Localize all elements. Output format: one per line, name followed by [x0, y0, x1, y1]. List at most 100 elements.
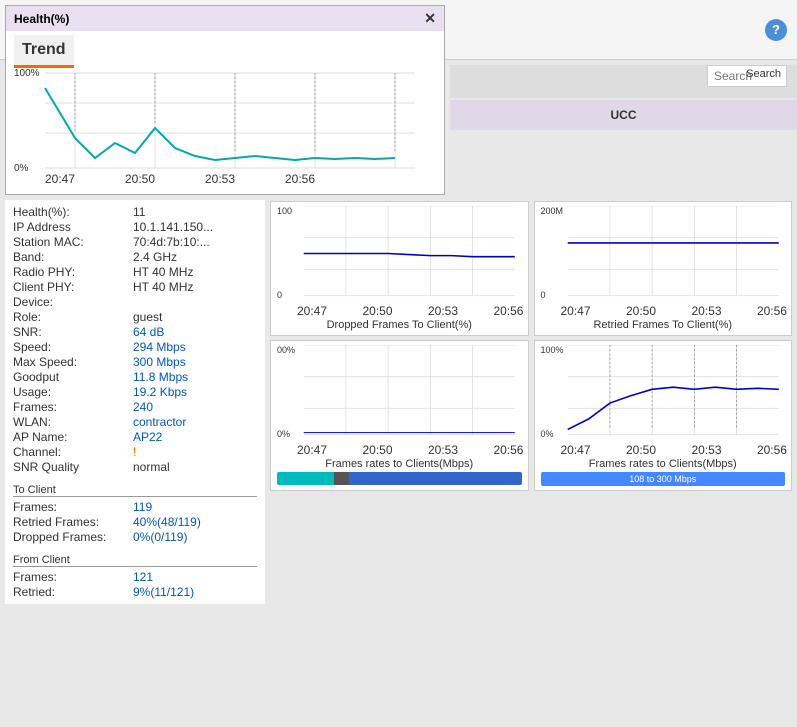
- trend-label: Trend: [14, 35, 74, 68]
- ucc-label: UCC: [611, 108, 637, 122]
- wlan-key: WLAN:: [13, 415, 133, 429]
- x-label-4: 20:56: [493, 304, 523, 318]
- info-row-frames: Frames: 240: [13, 400, 257, 414]
- from-client-retried-row: Retried: 9%(11/121): [13, 585, 257, 599]
- mac-val: 70:4d:7b:10:...: [133, 235, 210, 249]
- x-label-3fr: 20:53: [691, 443, 721, 457]
- info-row-apname: AP Name: AP22: [13, 430, 257, 444]
- x-label-4r: 20:56: [757, 304, 787, 318]
- close-button[interactable]: ✕: [424, 10, 436, 27]
- device-key: Device:: [13, 295, 133, 309]
- x-label-4fl: 20:56: [493, 443, 523, 457]
- framerate-right-y-top: 100%: [541, 345, 564, 355]
- health-title: Health(%): [14, 12, 69, 26]
- clientphy-val: HT 40 MHz: [133, 280, 193, 294]
- framerate-left-chart: 00% 0% 20:47 20:50 20:53: [270, 340, 529, 491]
- charts-row-2: 00% 0% 20:47 20:50 20:53: [270, 340, 792, 491]
- from-client-retried-val: 9%(11/121): [133, 585, 194, 599]
- x-label-2r: 20:50: [626, 304, 656, 318]
- legend-blue: [349, 472, 521, 485]
- role-key: Role:: [13, 310, 133, 324]
- info-row-speed: Speed: 294 Mbps: [13, 340, 257, 354]
- x-label-1fl: 20:47: [297, 443, 327, 457]
- retried-chart-title: Retried Frames To Client(%): [539, 319, 788, 331]
- to-client-dropped-key: Dropped Frames:: [13, 530, 133, 544]
- dropped-svg: [295, 206, 524, 301]
- svg-text:20:53: 20:53: [205, 172, 235, 186]
- goodput-val: 11.8 Mbps: [133, 370, 188, 384]
- to-client-retried-key: Retried Frames:: [13, 515, 133, 529]
- legend-bar-right: 108 to 300 Mbps: [541, 472, 786, 486]
- info-row-radiophy: Radio PHY: HT 40 MHz: [13, 265, 257, 279]
- framerate-left-x-labels: 20:47 20:50 20:53 20:56: [297, 443, 524, 457]
- role-val: guest: [133, 310, 162, 324]
- search-label: Search: [746, 68, 781, 80]
- health-chart-container: 100% 0% 20:47 20:50 20:53 2: [14, 68, 436, 188]
- x-label-2: 20:50: [362, 304, 392, 318]
- from-client-frames-val: 121: [133, 570, 153, 584]
- x-label-1fr: 20:47: [561, 443, 591, 457]
- legend-right-label: 108 to 300 Mbps: [629, 474, 696, 484]
- dropped-y-bottom: 0: [277, 290, 282, 300]
- radiophy-val: HT 40 MHz: [133, 265, 193, 279]
- speed-key: Speed:: [13, 340, 133, 354]
- snr-val: 64 dB: [133, 325, 164, 339]
- from-client-frames-key: Frames:: [13, 570, 133, 584]
- to-client-frames-row: Frames: 119: [13, 500, 257, 514]
- to-client-title: To Client: [13, 484, 257, 497]
- frames-key: Frames:: [13, 400, 133, 414]
- x-label-3r: 20:53: [691, 304, 721, 318]
- svg-text:20:56: 20:56: [285, 172, 315, 186]
- apname-val: AP22: [133, 430, 162, 444]
- retried-y-bottom: 0: [541, 290, 546, 300]
- info-panel: Health(%): 11 IP Address 10.1.141.150...…: [5, 200, 265, 604]
- svg-text:20:47: 20:47: [45, 172, 75, 186]
- info-row-band: Band: 2.4 GHz: [13, 250, 257, 264]
- search-area: Search: [707, 65, 787, 87]
- framerate-left-title: Frames rates to Clients(Mbps): [275, 458, 524, 470]
- framerate-right-chart: 100% 0%: [534, 340, 793, 491]
- to-client-frames-val: 119: [133, 500, 152, 514]
- from-client-retried-key: Retried:: [13, 585, 133, 599]
- usage-key: Usage:: [13, 385, 133, 399]
- x-label-2fr: 20:50: [626, 443, 656, 457]
- info-row-snrquality: SNR Quality normal: [13, 460, 257, 474]
- from-client-frames-row: Frames: 121: [13, 570, 257, 584]
- x-label-2fl: 20:50: [362, 443, 392, 457]
- help-area: ?: [765, 19, 787, 41]
- dropped-frames-chart: 100 0 20:47 20:50 20:53: [270, 201, 529, 336]
- snrquality-val: normal: [133, 460, 170, 474]
- frames-val: 240: [133, 400, 153, 414]
- ip-key: IP Address: [13, 220, 133, 234]
- dropped-y-top: 100: [277, 206, 292, 216]
- svg-text:20:50: 20:50: [125, 172, 155, 186]
- framerate-right-x-labels: 20:47 20:50 20:53 20:56: [561, 443, 788, 457]
- channel-val: !: [133, 445, 136, 459]
- x-label-3fl: 20:53: [428, 443, 458, 457]
- ip-val: 10.1.141.150...: [133, 220, 213, 234]
- to-client-retried-val: 40%(48/119): [133, 515, 201, 529]
- help-button[interactable]: ?: [765, 19, 787, 41]
- to-client-retried-row: Retried Frames: 40%(48/119): [13, 515, 257, 529]
- legend-bar-left: [277, 472, 522, 485]
- speed-val: 294 Mbps: [133, 340, 186, 354]
- retried-x-labels: 20:47 20:50 20:53 20:56: [561, 304, 788, 318]
- legend-dark: [334, 472, 349, 485]
- retried-y-top: 200M: [541, 206, 564, 216]
- info-row-clientphy: Client PHY: HT 40 MHz: [13, 280, 257, 294]
- info-row-goodput: Goodput 11.8 Mbps: [13, 370, 257, 384]
- info-row-health: Health(%): 11: [13, 205, 257, 219]
- framerate-left-y-bottom: 0%: [277, 429, 290, 439]
- health-val: 11: [133, 205, 145, 219]
- framerate-left-y-top: 00%: [277, 345, 295, 355]
- band-key: Band:: [13, 250, 133, 264]
- info-row-mac: Station MAC: 70:4d:7b:10:...: [13, 235, 257, 249]
- charts-area: 100 0 20:47 20:50 20:53: [265, 198, 797, 494]
- health-chart-svg: 20:47 20:50 20:53 20:56: [14, 68, 436, 188]
- maxspeed-key: Max Speed:: [13, 355, 133, 369]
- to-client-frames-key: Frames:: [13, 500, 133, 514]
- health-title-bar: Health(%) ✕: [6, 6, 444, 31]
- info-row-device: Device:: [13, 295, 257, 309]
- info-row-usage: Usage: 19.2 Kbps: [13, 385, 257, 399]
- info-row-wlan: WLAN: contractor: [13, 415, 257, 429]
